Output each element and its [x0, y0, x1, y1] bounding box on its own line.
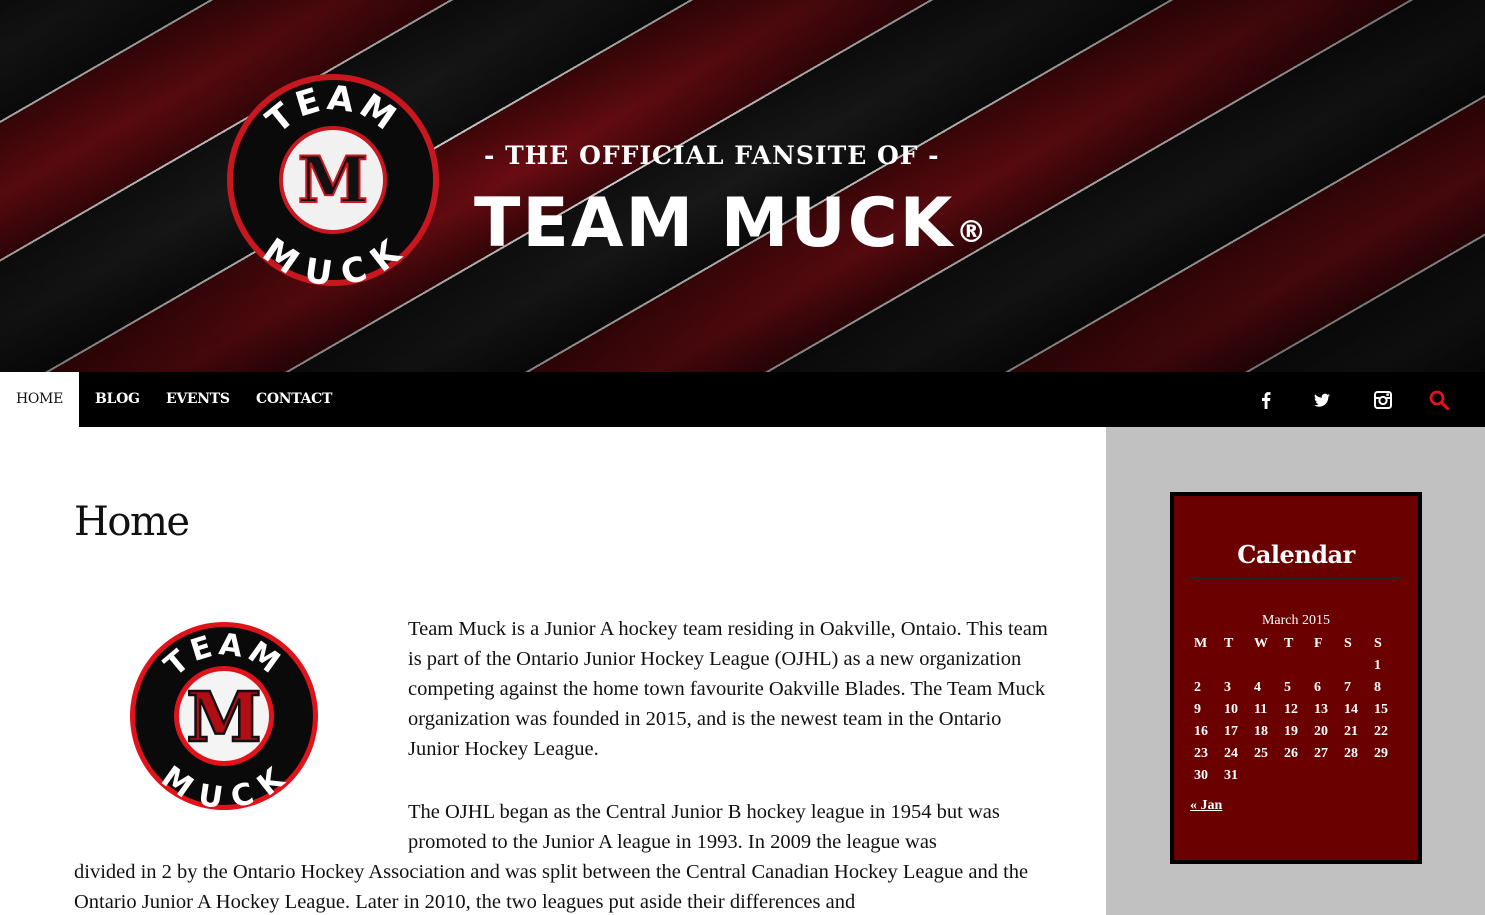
calendar-day: 14 [1344, 702, 1358, 717]
calendar-weekday: M [1194, 636, 1208, 651]
site-title-text: TEAM MUCK [474, 184, 955, 263]
search-icon[interactable] [1428, 389, 1450, 411]
calendar-day: 26 [1284, 746, 1298, 761]
svg-text:M: M [298, 143, 369, 218]
calendar-day: 31 [1224, 768, 1238, 783]
nav-item-home[interactable]: HOME [0, 372, 79, 427]
calendar-weekday: S [1344, 636, 1352, 651]
svg-text:M: M [186, 678, 261, 758]
calendar-day: 29 [1374, 746, 1388, 761]
calendar-day: 7 [1344, 680, 1351, 695]
calendar-day: 27 [1314, 746, 1328, 761]
calendar-day: 4 [1254, 680, 1261, 695]
calendar-week-row: 23 24 25 26 27 28 29 [1188, 743, 1398, 765]
calendar-empty-cell [1218, 655, 1248, 677]
calendar-empty-cell [1338, 765, 1368, 787]
header-banner: M TEAM MUCK - THE OFFICIAL FANSITE OF - … [0, 0, 1485, 372]
calendar-day: 24 [1224, 746, 1238, 761]
registered-mark: ® [956, 215, 987, 250]
main-navigation: HOME BLOG EVENTS CONTACT [0, 372, 1485, 427]
site-title[interactable]: TEAM MUCK® [474, 183, 986, 265]
calendar-prev-month-link[interactable]: « Jan [1190, 798, 1222, 814]
calendar-day: 8 [1374, 680, 1381, 695]
calendar-weekday: F [1314, 636, 1323, 651]
twitter-icon[interactable] [1311, 389, 1333, 411]
calendar-day: 23 [1194, 746, 1208, 761]
calendar-weekday: T [1224, 636, 1234, 651]
calendar-day: 20 [1314, 724, 1328, 739]
calendar-day: 2 [1194, 680, 1201, 695]
calendar-day: 25 [1254, 746, 1268, 761]
calendar-week-row: 9 10 11 12 13 14 15 [1188, 699, 1398, 721]
calendar-weekday: T [1284, 636, 1294, 651]
calendar-widget: Calendar March 2015 MTWTFSS 1 2 3 4 5 6 7 8 9 10 1… [1170, 492, 1422, 864]
calendar-day: 3 [1224, 680, 1231, 695]
fansite-tagline: - THE OFFICIAL FANSITE OF - [484, 141, 940, 170]
calendar-week-row: 30 31 [1188, 765, 1398, 787]
calendar-day: 15 [1374, 702, 1388, 717]
calendar-empty-cell [1308, 765, 1338, 787]
calendar-day: 9 [1194, 702, 1201, 717]
nav-item-events[interactable]: EVENTS [166, 372, 230, 427]
intro-paragraph: Team Muck is a Junior A hockey team resi… [408, 618, 1048, 760]
calendar-empty-cell [1368, 765, 1398, 787]
page-title: Home [74, 499, 190, 545]
calendar-day: 21 [1344, 724, 1358, 739]
calendar-weekday: S [1374, 636, 1382, 651]
calendar-day: 28 [1344, 746, 1358, 761]
history-paragraph-continued: divided in 2 by the Ontario Hockey Assoc… [74, 861, 1029, 913]
calendar-day: 13 [1314, 702, 1328, 717]
main-content: Home M TEAM MUCK Team Muck is a Junior A… [0, 427, 1106, 915]
calendar-day: 11 [1254, 702, 1268, 717]
calendar-day: 12 [1284, 702, 1298, 717]
calendar-empty-cell [1308, 655, 1338, 677]
calendar-empty-cell [1248, 655, 1278, 677]
calendar-week-row: 1 [1188, 655, 1398, 677]
facebook-icon[interactable] [1255, 389, 1277, 411]
calendar-empty-cell [1278, 765, 1308, 787]
calendar-empty-cell [1278, 655, 1308, 677]
calendar-day: 5 [1284, 680, 1291, 695]
calendar-title: Calendar [1237, 540, 1355, 569]
team-muck-logo[interactable]: M TEAM MUCK [223, 70, 443, 290]
calendar-week-row: 16 17 18 19 20 21 22 [1188, 721, 1398, 743]
calendar-day: 6 [1314, 680, 1321, 695]
calendar-day: 10 [1224, 702, 1238, 717]
calendar-day: 1 [1374, 658, 1381, 673]
calendar-month: March 2015 [1261, 613, 1331, 628]
calendar-day: 30 [1194, 768, 1208, 783]
sidebar: Calendar March 2015 MTWTFSS 1 2 3 4 5 6 7 8 9 10 1… [1106, 427, 1485, 915]
calendar-empty-cell [1188, 655, 1218, 677]
calendar-empty-cell [1248, 765, 1278, 787]
calendar-week-row: 2 3 4 5 6 7 8 [1188, 677, 1398, 699]
calendar-day: 16 [1194, 724, 1208, 739]
history-paragraph-start: The OJHL began as the Central Junior B h… [408, 801, 1000, 853]
calendar-day: 19 [1284, 724, 1298, 739]
calendar-weekday: W [1254, 636, 1268, 651]
calendar-divider [1190, 578, 1402, 580]
team-muck-logo-image: M TEAM MUCK [130, 622, 318, 812]
instagram-icon[interactable] [1372, 389, 1394, 411]
nav-item-blog[interactable]: BLOG [95, 372, 140, 427]
calendar-empty-cell [1338, 655, 1368, 677]
calendar-day: 18 [1254, 724, 1268, 739]
calendar-day: 17 [1224, 724, 1238, 739]
calendar-grid: MTWTFSS 1 2 3 4 5 6 7 8 9 10 11 12 13 14 15 16 17 18 19 20 2… [1188, 633, 1398, 787]
calendar-day: 22 [1374, 724, 1388, 739]
nav-item-contact[interactable]: CONTACT [256, 372, 332, 427]
